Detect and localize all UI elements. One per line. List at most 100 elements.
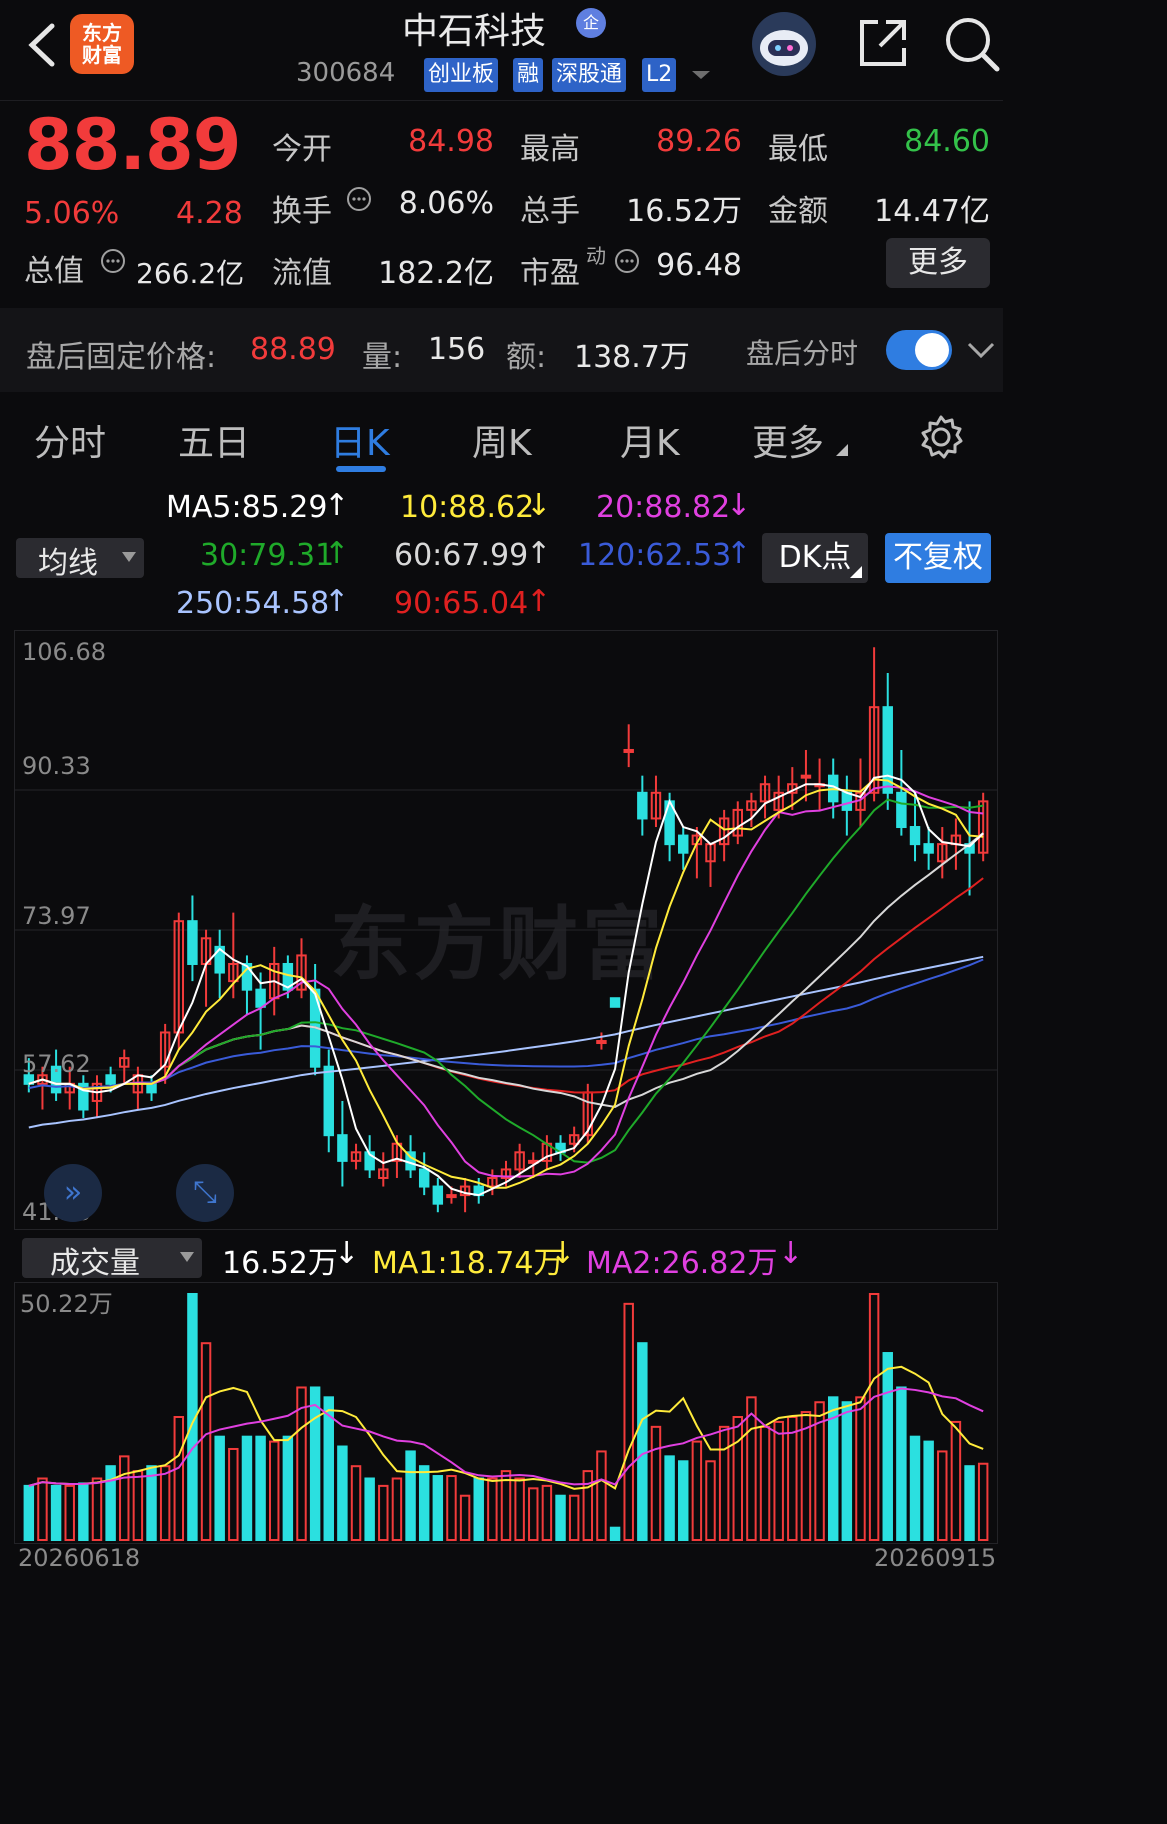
price-axis-top: 106.68 [22, 638, 106, 666]
back-arrow-icon[interactable] [24, 22, 58, 68]
chevron-down-icon[interactable] [690, 68, 712, 82]
arrow-down-icon: ↓ [726, 488, 752, 523]
arrow-up-icon: ↑ [526, 536, 552, 571]
candle-body [323, 1065, 334, 1137]
search-icon[interactable] [942, 14, 1000, 72]
ma-indicator-select[interactable]: 均线 [16, 538, 144, 581]
active-tab-underline [336, 466, 386, 472]
ma10-line [28, 778, 984, 1189]
ma10-value: 10:88.62 [400, 490, 535, 525]
after-hours-toggle[interactable] [886, 330, 952, 370]
tab-daily-k[interactable]: 日K [330, 414, 390, 466]
dropdown-triangle-icon [180, 1252, 194, 1262]
arrow-down-icon: ↓ [550, 1236, 576, 1271]
amount-label: 金额 [768, 194, 828, 229]
volume-indicator-select[interactable]: 成交量 [22, 1238, 202, 1281]
volume-bar [350, 1465, 362, 1541]
app-logo: 东方 财富 [70, 14, 134, 74]
volume-axis-top: 50.22万 [20, 1290, 113, 1318]
ma5-line [28, 774, 984, 1197]
candle-body [596, 1040, 607, 1045]
volume-bar [78, 1482, 89, 1541]
tab-timeshare[interactable]: 分时 [34, 414, 106, 466]
high-label: 最高 [520, 132, 580, 167]
info-icon[interactable] [100, 248, 126, 274]
arrow-up-icon: ↑ [324, 584, 350, 619]
volume-bar [555, 1494, 566, 1541]
level2-tag: L2 [642, 58, 677, 92]
volume-bar [132, 1470, 144, 1541]
volume-bar [378, 1484, 389, 1542]
volume-bar [241, 1435, 253, 1541]
market-cap-label: 总值 [24, 254, 84, 289]
robot-assistant-icon[interactable] [750, 10, 818, 78]
chevron-down-icon[interactable] [966, 340, 996, 360]
price-axis-3: 73.97 [22, 902, 91, 930]
expand-icon[interactable]: ⤡ [176, 1164, 234, 1222]
tab-monthly-k[interactable]: 月K [620, 414, 680, 466]
stock-code: 300684 [296, 58, 396, 88]
volume-bar [173, 1416, 185, 1541]
volume-bar [500, 1470, 512, 1541]
amount-value: 14.47亿 [874, 194, 990, 229]
tab-weekly-k[interactable]: 周K [472, 414, 532, 466]
open-label: 今开 [272, 132, 332, 167]
candle-body [337, 1134, 348, 1162]
board-tag: 创业板 [424, 58, 499, 92]
arrow-up-icon: ↑ [324, 536, 350, 571]
volume-bar [800, 1411, 812, 1541]
volume-bar [773, 1420, 784, 1541]
price-axis-2: 90.33 [22, 752, 91, 780]
volume-value: 16.52万 [626, 194, 742, 229]
volume-chart[interactable] [14, 1282, 998, 1544]
volume-bar [391, 1477, 403, 1541]
share-icon[interactable] [856, 16, 910, 70]
connect-tag: 深股通 [552, 58, 627, 92]
tab-five-day[interactable]: 五日 [178, 414, 250, 466]
enterprise-badge: 企 [576, 8, 606, 38]
after-hours-price-label: 盘后固定价格: [26, 340, 217, 375]
ma90-line [28, 877, 984, 1094]
volume-ma2: MA2:26.82万 [586, 1246, 778, 1281]
settings-gear-icon[interactable] [918, 414, 964, 460]
candle-body [432, 1185, 444, 1205]
candle-body [841, 791, 853, 811]
tab-more[interactable]: 更多 [752, 414, 824, 466]
no-adjust-button[interactable]: 不复权 [885, 533, 991, 583]
volume-bar [214, 1435, 225, 1541]
ma90-value: 90:65.04 [394, 586, 529, 621]
ma250-line [28, 955, 984, 1129]
arrow-up-icon: ↑ [526, 584, 552, 619]
volume-bar [868, 1293, 880, 1541]
arrow-down-icon: ↓ [334, 1236, 360, 1271]
info-icon[interactable] [614, 248, 640, 274]
volume-bar [473, 1477, 484, 1541]
volume-bar [937, 1450, 948, 1541]
arrow-up-icon: ↑ [324, 488, 350, 523]
volume-bar [364, 1477, 375, 1541]
volume-bar [200, 1342, 212, 1542]
volume-bar [418, 1465, 430, 1541]
pe-dynamic-sup: 动 [586, 244, 606, 268]
open-value: 84.98 [408, 124, 494, 159]
candle-body [105, 1074, 116, 1085]
info-icon[interactable] [346, 186, 372, 212]
turnover-label: 换手 [272, 194, 332, 229]
ma30-value: 30:79.31 [200, 538, 335, 573]
volume-bar [268, 1440, 280, 1542]
arrow-up-icon: ↑ [726, 536, 752, 571]
volume-bar [337, 1445, 348, 1542]
volume-bar [255, 1435, 266, 1541]
candlestick-chart[interactable] [14, 630, 998, 1230]
volume-bar [568, 1494, 580, 1541]
change-percent: 5.06% [24, 196, 120, 231]
fast-forward-icon[interactable]: » [44, 1164, 102, 1222]
volume-bar [23, 1484, 35, 1542]
float-cap-value: 182.2亿 [378, 256, 494, 291]
volume-bar [759, 1425, 771, 1541]
float-cap-label: 流值 [272, 256, 332, 291]
volume-bar [896, 1386, 907, 1542]
more-button[interactable]: 更多 [886, 238, 990, 288]
ma5-value: MA5:85.29 [166, 490, 328, 525]
volume-label: 总手 [520, 194, 580, 229]
